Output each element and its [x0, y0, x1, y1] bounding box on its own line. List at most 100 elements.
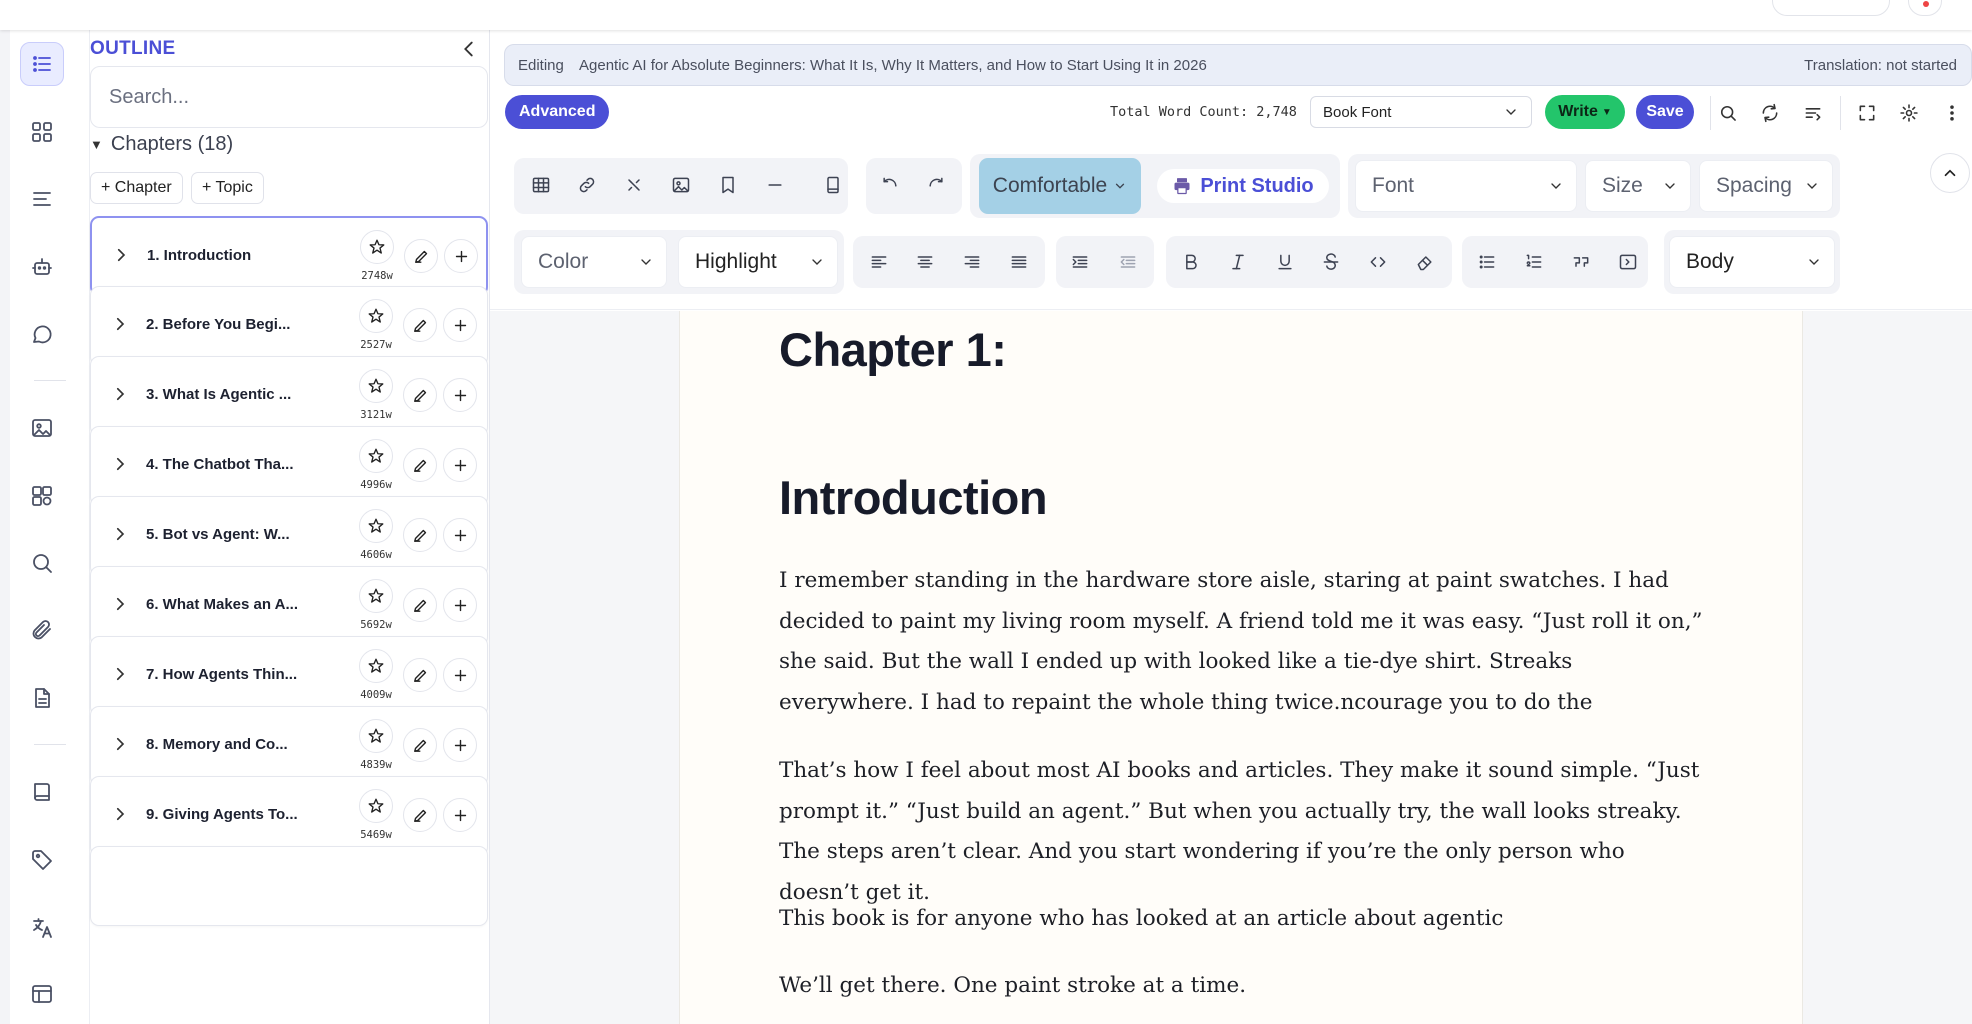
more-vertical-icon[interactable]: [1937, 98, 1967, 128]
star-icon[interactable]: [359, 579, 393, 613]
chapter-item[interactable]: 3. What Is Agentic ... 3121w: [90, 356, 488, 436]
strikethrough-icon[interactable]: [1313, 244, 1349, 280]
chevron-right-icon[interactable]: [111, 455, 131, 475]
chevron-right-icon[interactable]: [111, 385, 131, 405]
add-chapter-button[interactable]: + Chapter: [90, 172, 183, 204]
chapters-toggle[interactable]: ▼ Chapters (18): [90, 133, 233, 156]
edit-pencil-icon[interactable]: [403, 518, 437, 552]
book-icon[interactable]: [20, 770, 64, 814]
density-select[interactable]: Comfortable: [979, 158, 1141, 214]
chat-bubble-icon[interactable]: [20, 312, 64, 356]
book-font-select[interactable]: Book Font: [1310, 96, 1532, 128]
chevron-right-icon[interactable]: [111, 735, 131, 755]
gallery-icon[interactable]: [20, 474, 64, 518]
color-select[interactable]: Color: [521, 236, 667, 288]
add-topic-plus-icon[interactable]: [444, 239, 478, 273]
add-topic-plus-icon[interactable]: [443, 378, 477, 412]
add-topic-plus-icon[interactable]: [443, 658, 477, 692]
page-break-icon[interactable]: [815, 167, 851, 203]
redo-icon[interactable]: [918, 167, 954, 203]
chapter-item[interactable]: 9. Giving Agents To... 5469w: [90, 776, 488, 856]
chevron-right-icon[interactable]: [112, 246, 132, 266]
tag-icon[interactable]: [20, 838, 64, 882]
chevron-right-icon[interactable]: [111, 665, 131, 685]
numbered-list-icon[interactable]: [1516, 244, 1552, 280]
chevron-right-icon[interactable]: [111, 595, 131, 615]
bullet-list-icon[interactable]: [1469, 244, 1505, 280]
table-icon[interactable]: [523, 167, 559, 203]
undo-icon[interactable]: [872, 167, 908, 203]
outdent-icon[interactable]: [1110, 244, 1146, 280]
star-icon[interactable]: [359, 369, 393, 403]
grid-icon[interactable]: [20, 110, 64, 154]
print-studio-button[interactable]: Print Studio: [1157, 169, 1329, 203]
paperclip-icon[interactable]: [20, 608, 64, 652]
save-button[interactable]: Save: [1636, 95, 1694, 129]
layout-icon[interactable]: [20, 972, 64, 1016]
chapter-heading[interactable]: Chapter 1:: [779, 322, 1007, 377]
chapter-item[interactable]: 5. Bot vs Agent: W... 4606w: [90, 496, 488, 576]
edit-pencil-icon[interactable]: [403, 658, 437, 692]
insert-image-icon[interactable]: [663, 167, 699, 203]
italic-icon[interactable]: [1220, 244, 1256, 280]
paragraph[interactable]: I remember standing in the hardware stor…: [779, 561, 1709, 723]
align-justify-icon[interactable]: [1001, 244, 1037, 280]
star-icon[interactable]: [359, 299, 393, 333]
code-block-icon[interactable]: [1610, 244, 1646, 280]
horizontal-rule-icon[interactable]: [757, 167, 793, 203]
align-center-icon[interactable]: [907, 244, 943, 280]
chevron-right-icon[interactable]: [111, 525, 131, 545]
notification-button[interactable]: [1908, 0, 1942, 16]
outline-search-input[interactable]: [90, 66, 488, 128]
search-icon[interactable]: [1713, 98, 1743, 128]
chapter-item-partial[interactable]: [90, 846, 488, 926]
chapter-title-heading[interactable]: Introduction: [779, 470, 1048, 525]
translate-icon[interactable]: [20, 906, 64, 950]
add-topic-button[interactable]: + Topic: [191, 172, 264, 204]
edit-pencil-icon[interactable]: [403, 378, 437, 412]
align-left-icon[interactable]: [861, 244, 897, 280]
add-topic-plus-icon[interactable]: [443, 308, 477, 342]
star-icon[interactable]: [359, 719, 393, 753]
code-icon[interactable]: [1360, 244, 1396, 280]
top-right-pill-button[interactable]: [1772, 0, 1890, 16]
edit-pencil-icon[interactable]: [403, 448, 437, 482]
add-topic-plus-icon[interactable]: [443, 518, 477, 552]
size-select[interactable]: Size: [1585, 160, 1691, 212]
chevron-right-icon[interactable]: [111, 315, 131, 335]
bold-icon[interactable]: [1173, 244, 1209, 280]
collapse-outline-button[interactable]: [458, 38, 482, 62]
outline-icon[interactable]: [20, 42, 64, 86]
font-select[interactable]: Font: [1355, 160, 1577, 212]
quote-icon[interactable]: [1563, 244, 1599, 280]
edit-pencil-icon[interactable]: [404, 239, 438, 273]
unlink-icon[interactable]: [616, 167, 652, 203]
chapter-item[interactable]: 1. Introduction 2748w: [90, 216, 488, 296]
bookmark-icon[interactable]: [710, 167, 746, 203]
spacing-select[interactable]: Spacing: [1699, 160, 1833, 212]
highlight-select[interactable]: Highlight: [678, 236, 838, 288]
fullscreen-icon[interactable]: [1852, 98, 1882, 128]
star-icon[interactable]: [359, 509, 393, 543]
sync-icon[interactable]: [1755, 98, 1785, 128]
write-button[interactable]: Write ▼: [1545, 95, 1625, 129]
bot-icon[interactable]: [20, 245, 64, 289]
star-icon[interactable]: [360, 230, 394, 264]
text-lines-icon[interactable]: [20, 177, 64, 221]
add-topic-plus-icon[interactable]: [443, 798, 477, 832]
edit-pencil-icon[interactable]: [403, 728, 437, 762]
image-icon[interactable]: [20, 406, 64, 450]
add-topic-plus-icon[interactable]: [443, 728, 477, 762]
paragraph[interactable]: This book is for anyone who has looked a…: [779, 899, 1709, 940]
add-topic-plus-icon[interactable]: [443, 588, 477, 622]
document-icon[interactable]: [20, 676, 64, 720]
add-topic-plus-icon[interactable]: [443, 448, 477, 482]
align-right-icon[interactable]: [954, 244, 990, 280]
advanced-button[interactable]: Advanced: [505, 95, 610, 129]
edit-pencil-icon[interactable]: [403, 308, 437, 342]
star-icon[interactable]: [359, 649, 393, 683]
chapter-item[interactable]: 2. Before You Begi... 2527w: [90, 286, 488, 366]
chapter-item[interactable]: 8. Memory and Co... 4839w: [90, 706, 488, 786]
chevron-right-icon[interactable]: [111, 805, 131, 825]
chapter-item[interactable]: 6. What Makes an A... 5692w: [90, 566, 488, 646]
